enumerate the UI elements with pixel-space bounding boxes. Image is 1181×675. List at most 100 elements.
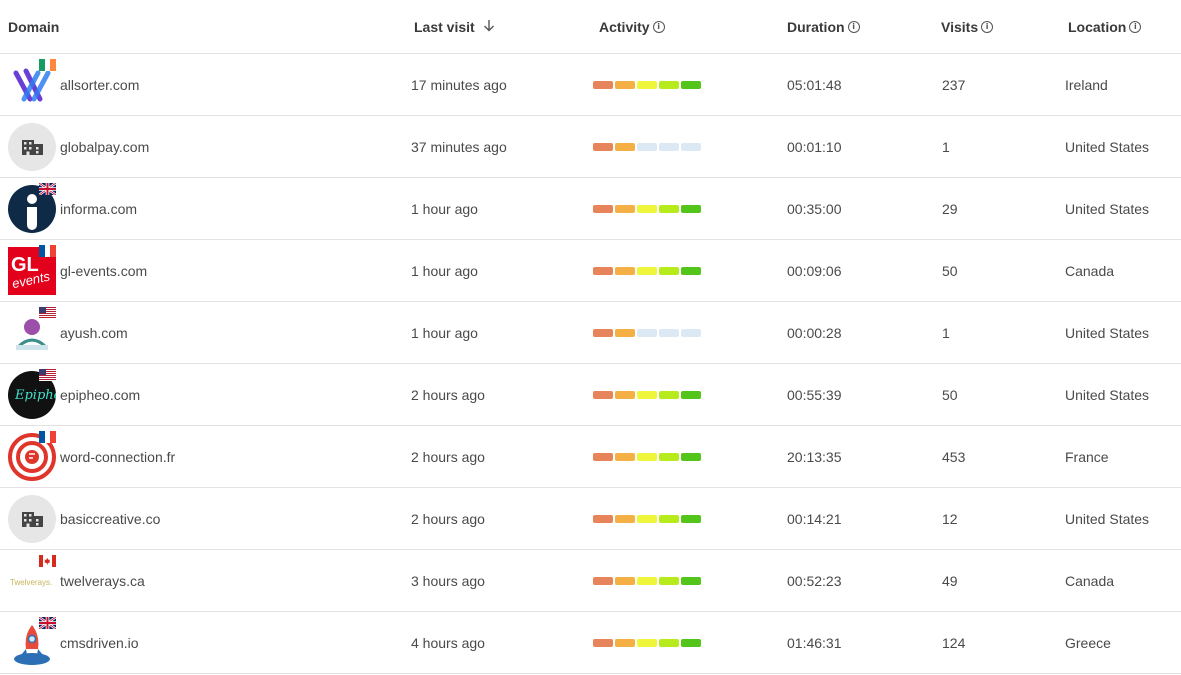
activity-bar-segment (659, 576, 679, 585)
activity-bar-segment (615, 266, 635, 275)
location: United States (1065, 324, 1150, 341)
svg-text:Epipheo: Epipheo (14, 388, 56, 403)
activity-bar-segment (659, 142, 679, 151)
duration: 01:46:31 (787, 634, 842, 651)
activity-bar-segment (681, 576, 701, 585)
domain-name[interactable]: gl-events.com (60, 240, 147, 301)
duration: 00:00:28 (787, 324, 842, 341)
visits-count: 29 (942, 200, 958, 217)
activity-bar-segment (659, 390, 679, 399)
activity-bar-segment (593, 204, 613, 213)
table-row[interactable]: cmsdriven.io 4 hours ago 01:46:31 124 Gr… (0, 612, 1181, 674)
activity-bar-segment (681, 638, 701, 647)
last-visit: 37 minutes ago (411, 138, 507, 155)
activity-bar-segment (637, 452, 657, 461)
last-visit: 4 hours ago (411, 634, 485, 651)
activity-bar-segment (637, 204, 657, 213)
domain-name[interactable]: cmsdriven.io (60, 612, 139, 673)
canada-flag (39, 554, 56, 567)
column-header-visits[interactable]: Visits i (941, 0, 994, 53)
activity-bar-segment (593, 390, 613, 399)
last-visit: 2 hours ago (411, 386, 485, 403)
info-icon[interactable]: i (652, 20, 665, 33)
activity-bar-segment (659, 80, 679, 89)
activity-bar-segment (593, 452, 613, 461)
table-row[interactable]: informa.com 1 hour ago 00:35:00 29 Unite… (0, 178, 1181, 240)
domain-name[interactable]: basiccreative.co (60, 488, 160, 549)
sort-descending-icon[interactable] (483, 3, 495, 51)
building-icon (8, 495, 56, 543)
france-flag (39, 244, 56, 257)
domain-name[interactable]: globalpay.com (60, 116, 149, 177)
activity-bar-segment (615, 328, 635, 337)
visits-table: Domain Last visit Activity i Duration i … (0, 0, 1181, 674)
table-row[interactable]: Epipheo epipheo.com 2 hours ago 00:55:39… (0, 364, 1181, 426)
uk-flag (38, 616, 57, 630)
visits-count: 453 (942, 448, 966, 465)
duration: 00:01:10 (787, 138, 842, 155)
domain-name[interactable]: word-connection.fr (60, 426, 175, 487)
activity-bar-segment (615, 390, 635, 399)
ireland-flag (39, 58, 56, 71)
last-visit: 1 hour ago (411, 324, 478, 341)
table-body: allsorter.com 17 minutes ago 05:01:48 23… (0, 54, 1181, 674)
activity-bar-segment (615, 452, 635, 461)
info-icon[interactable]: i (981, 20, 994, 33)
domain-name[interactable]: twelverays.ca (60, 550, 145, 611)
domain-name[interactable]: informa.com (60, 178, 137, 239)
activity-bar-segment (681, 390, 701, 399)
activity-meter (593, 116, 701, 177)
activity-bar-segment (637, 266, 657, 275)
column-header-domain[interactable]: Domain (8, 0, 59, 53)
activity-bar-segment (681, 80, 701, 89)
activity-bar-segment (659, 514, 679, 523)
domain-name[interactable]: epipheo.com (60, 364, 140, 425)
domain-name[interactable]: allsorter.com (60, 54, 139, 115)
activity-bar-segment (593, 266, 613, 275)
activity-bar-segment (593, 328, 613, 337)
table-row[interactable]: basiccreative.co 2 hours ago 00:14:21 12… (0, 488, 1181, 550)
activity-meter (593, 54, 701, 115)
activity-bar-segment (615, 576, 635, 585)
last-visit: 1 hour ago (411, 200, 478, 217)
activity-bar-segment (659, 266, 679, 275)
last-visit: 17 minutes ago (411, 76, 507, 93)
info-icon[interactable]: i (847, 20, 860, 33)
location: Canada (1065, 262, 1115, 279)
table-row[interactable]: Twelverays. twelverays.ca 3 hours ago 00… (0, 550, 1181, 612)
building-icon (8, 123, 56, 171)
activity-bar-segment (637, 80, 657, 89)
table-row[interactable]: globalpay.com 37 minutes ago 00:01:10 1 … (0, 116, 1181, 178)
table-row[interactable]: word-connection.fr 2 hours ago 20:13:35 … (0, 426, 1181, 488)
location: United States (1065, 510, 1150, 527)
domain-name[interactable]: ayush.com (60, 302, 128, 363)
table-row[interactable]: ayush.com 1 hour ago 00:00:28 1 United S… (0, 302, 1181, 364)
info-icon[interactable]: i (1129, 20, 1142, 33)
activity-bar-segment (637, 638, 657, 647)
location: United States (1065, 138, 1150, 155)
activity-bar-segment (615, 204, 635, 213)
column-header-last-visit[interactable]: Last visit (414, 0, 495, 53)
activity-bar-segment (593, 638, 613, 647)
location: United States (1065, 386, 1150, 403)
last-visit: 3 hours ago (411, 572, 485, 589)
column-header-location[interactable]: Location i (1068, 0, 1142, 53)
visits-count: 237 (942, 76, 966, 93)
column-header-activity[interactable]: Activity i (599, 0, 665, 53)
activity-bar-segment (659, 204, 679, 213)
activity-bar-segment (637, 390, 657, 399)
activity-bar-segment (681, 514, 701, 523)
activity-bar-segment (593, 576, 613, 585)
activity-meter (593, 612, 701, 673)
activity-bar-segment (593, 514, 613, 523)
table-row[interactable]: GL events gl-events.com 1 hour ago 00:09:… (0, 240, 1181, 302)
table-row[interactable]: allsorter.com 17 minutes ago 05:01:48 23… (0, 54, 1181, 116)
activity-bar-segment (637, 328, 657, 337)
visits-count: 124 (942, 634, 966, 651)
activity-meter (593, 550, 701, 611)
visits-count: 1 (942, 324, 950, 341)
us-flag (39, 306, 56, 319)
location: France (1065, 448, 1109, 465)
location: Canada (1065, 572, 1115, 589)
column-header-duration[interactable]: Duration i (787, 0, 860, 53)
